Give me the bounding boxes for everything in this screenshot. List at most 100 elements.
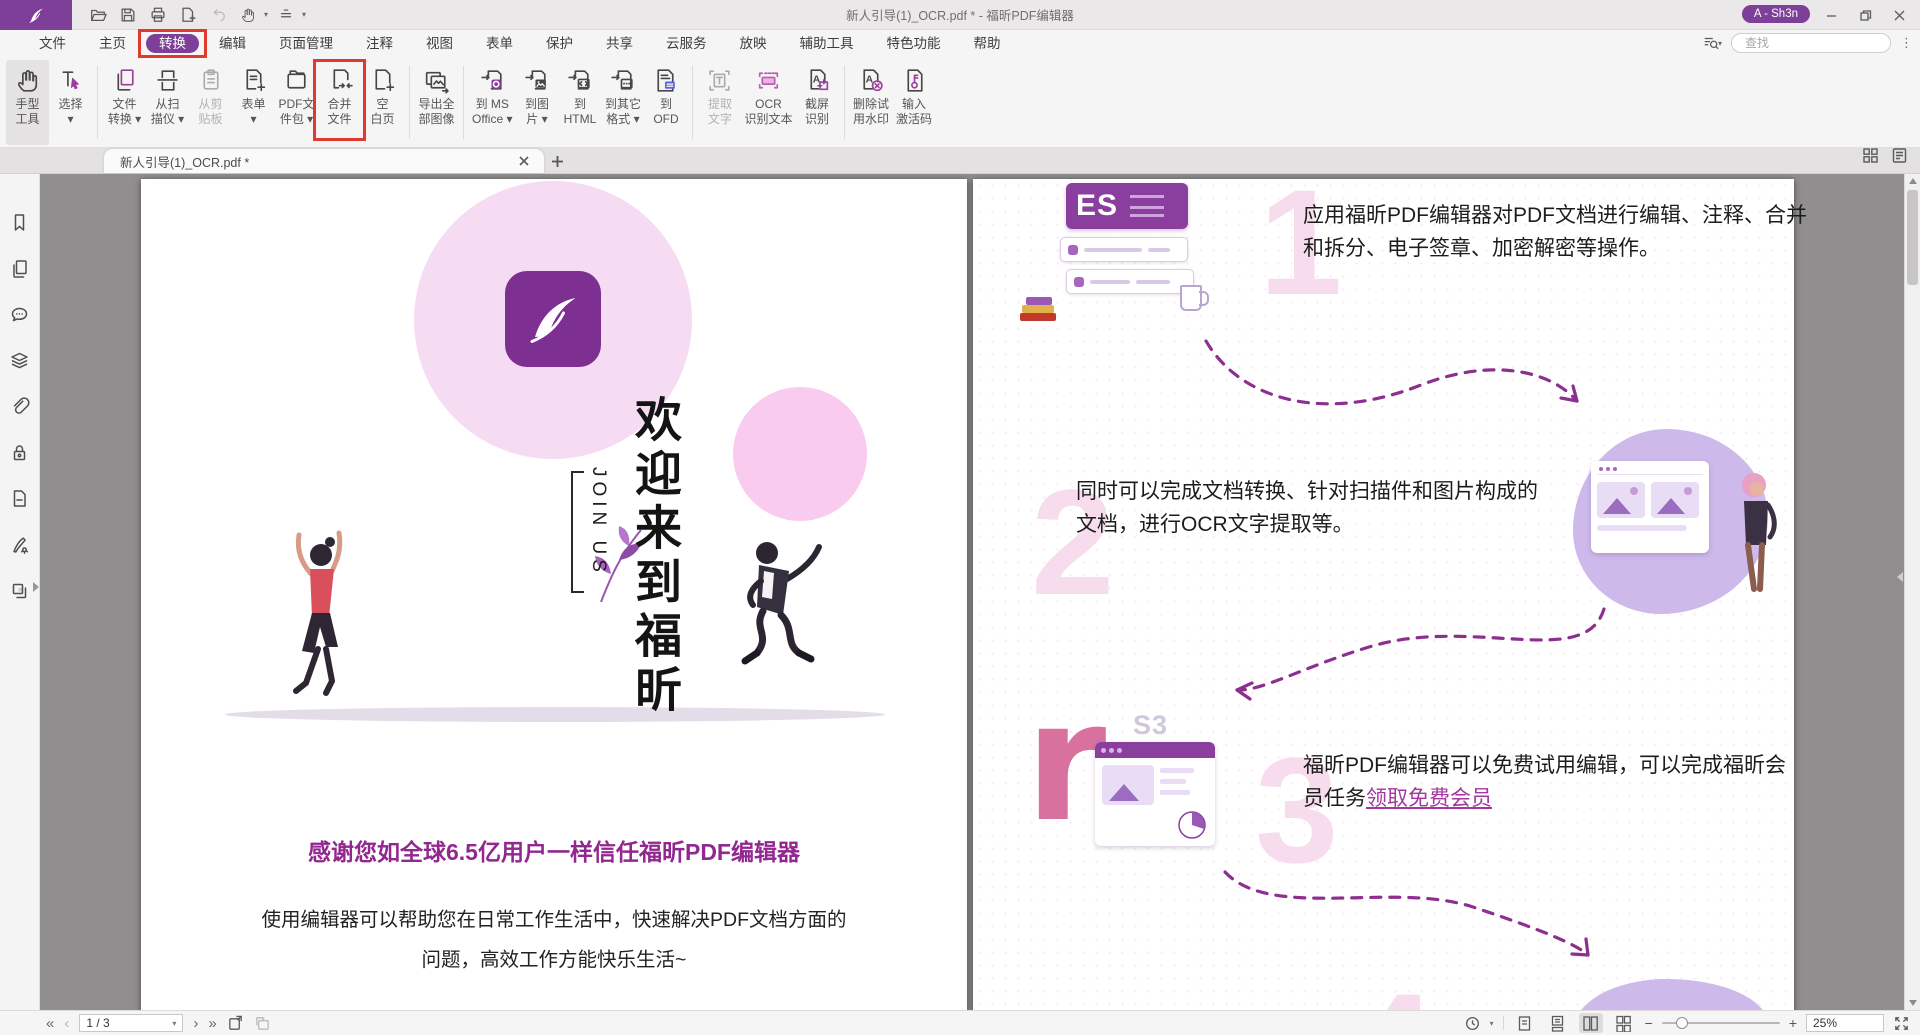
- menu-tab-编辑[interactable]: 编辑: [206, 34, 259, 53]
- ribbon-scanner-button[interactable]: 从扫描仪 ▾: [146, 60, 189, 145]
- membership-illustration: r S3: [1033, 714, 1233, 884]
- sidebar-signature-button[interactable]: [7, 532, 33, 556]
- app-logo[interactable]: [0, 0, 72, 30]
- sidebar-bookmark-button[interactable]: [7, 210, 33, 234]
- s3-label: S3: [1133, 710, 1168, 741]
- free-membership-link[interactable]: 领取免费会员: [1366, 787, 1492, 810]
- new-document-button[interactable]: [176, 3, 200, 27]
- ribbon-file-convert-button[interactable]: 文件转换 ▾: [103, 60, 146, 145]
- more-options-button[interactable]: ⋮: [1900, 38, 1912, 48]
- single-page-view-button[interactable]: [1513, 1013, 1537, 1033]
- ribbon-remove-trial-watermark-button[interactable]: A删除试用水印: [850, 60, 893, 145]
- menu-tab-保护[interactable]: 保护: [533, 34, 586, 53]
- ribbon-button-label: 用水印: [853, 112, 889, 127]
- sidebar-expand-handle[interactable]: [33, 582, 39, 592]
- search-input[interactable]: [1745, 36, 1900, 50]
- menu-tab-文件[interactable]: 文件: [26, 34, 79, 53]
- open-folder-button[interactable]: [86, 3, 110, 27]
- person-illustration-right: [727, 531, 832, 701]
- scroll-down-arrow-icon[interactable]: [1909, 1000, 1917, 1006]
- restore-button[interactable]: [1850, 2, 1880, 28]
- scrollbar-thumb[interactable]: [1907, 190, 1918, 285]
- snapshot-page-button[interactable]: [227, 1015, 244, 1032]
- next-page-button[interactable]: ›: [193, 1016, 198, 1031]
- conversion-illustration: [1553, 419, 1788, 629]
- document-tab[interactable]: 新人引导(1)_OCR.pdf *: [104, 149, 544, 173]
- menu-tab-帮助[interactable]: 帮助: [961, 34, 1014, 53]
- customize-qat-button[interactable]: [274, 3, 298, 27]
- comments-icon: [9, 304, 30, 325]
- ribbon-screen-ocr-button[interactable]: A截屏识别: [796, 60, 839, 145]
- ribbon-form-doc-button[interactable]: 表单▾: [232, 60, 275, 145]
- tab-grid-view-button[interactable]: [1862, 147, 1879, 169]
- zoom-slider-thumb[interactable]: [1676, 1017, 1688, 1029]
- sidebar-snapshot-pages-button[interactable]: [7, 578, 33, 602]
- ribbon-pdf-package-button[interactable]: PDF文件包 ▾: [275, 60, 318, 145]
- zoom-out-button[interactable]: −: [1645, 1015, 1653, 1031]
- new-tab-button[interactable]: [544, 149, 570, 173]
- save-button[interactable]: [116, 3, 140, 27]
- hand-tool-button[interactable]: [236, 3, 260, 27]
- ribbon-to-image-button[interactable]: 到图片 ▾: [515, 60, 558, 145]
- menu-tab-转换[interactable]: 转换: [146, 34, 199, 53]
- menu-tab-特色功能[interactable]: 特色功能: [874, 34, 954, 53]
- document-view-area[interactable]: JOIN US 欢迎来到福昕: [40, 174, 1920, 1010]
- sidebar-page-thumbnails-button[interactable]: [7, 256, 33, 280]
- scroll-up-arrow-icon[interactable]: [1909, 178, 1917, 184]
- tab-single-view-button[interactable]: [1891, 147, 1908, 169]
- menu-tab-云服务[interactable]: 云服务: [653, 34, 720, 53]
- zoom-level-box[interactable]: 25%: [1806, 1014, 1884, 1032]
- ribbon-merge-files-button[interactable]: 合并文件: [318, 60, 361, 145]
- sidebar-security-button[interactable]: [7, 440, 33, 464]
- chevron-down-icon[interactable]: ▾: [1490, 1019, 1494, 1028]
- ribbon-to-ms-office-button[interactable]: 到 MSOffice ▾: [469, 60, 515, 145]
- print-button[interactable]: [146, 3, 170, 27]
- menu-tab-页面管理[interactable]: 页面管理: [266, 34, 346, 53]
- to-ms-office-icon: [478, 66, 507, 95]
- page-indicator-box[interactable]: 1 / 3 ▾: [79, 1014, 183, 1032]
- sidebar-layers-button[interactable]: [7, 348, 33, 372]
- ribbon-export-images-button[interactable]: 导出全部图像: [415, 60, 458, 145]
- sidebar-destinations-button[interactable]: [7, 486, 33, 510]
- vertical-scrollbar[interactable]: [1904, 174, 1920, 1010]
- user-account-badge[interactable]: A - Sh3n: [1742, 5, 1810, 23]
- rotate-history-button[interactable]: [1464, 1015, 1481, 1032]
- es-card: ES: [1066, 183, 1188, 229]
- facing-continuous-view-icon: [1615, 1015, 1632, 1032]
- continuous-view-button[interactable]: [1546, 1013, 1570, 1033]
- close-button[interactable]: [1884, 2, 1914, 28]
- ribbon-ocr-button[interactable]: OCR识别文本: [741, 60, 795, 145]
- sidebar-attachments-button[interactable]: [7, 394, 33, 418]
- minimize-button[interactable]: [1816, 2, 1846, 28]
- menu-tab-共享[interactable]: 共享: [593, 34, 646, 53]
- menu-tab-主页[interactable]: 主页: [86, 34, 139, 53]
- facing-pages-view-button[interactable]: [1579, 1013, 1603, 1033]
- ribbon-hand-tool-button[interactable]: 手型工具: [6, 60, 49, 145]
- ribbon-activation-code-button[interactable]: 输入激活码: [893, 60, 936, 145]
- previous-page-button[interactable]: ‹: [64, 1016, 69, 1031]
- right-panel-expand-handle[interactable]: [1897, 572, 1903, 582]
- paste-into-page-button[interactable]: [254, 1015, 271, 1032]
- menu-tab-放映[interactable]: 放映: [727, 34, 780, 53]
- menu-tab-辅助工具[interactable]: 辅助工具: [787, 34, 867, 53]
- facing-continuous-view-button[interactable]: [1612, 1013, 1636, 1033]
- ribbon-to-other-format-button[interactable]: 到其它格式 ▾: [601, 60, 644, 145]
- zoom-in-button[interactable]: +: [1789, 1015, 1797, 1031]
- ribbon-select-tool-button[interactable]: 选择▾: [49, 60, 92, 145]
- ribbon-to-ofd-button[interactable]: 到OFD: [644, 60, 687, 145]
- menu-tab-注释[interactable]: 注释: [353, 34, 406, 53]
- zoom-slider[interactable]: [1662, 1016, 1780, 1030]
- layers-icon: [9, 350, 30, 371]
- fullscreen-button[interactable]: [1893, 1015, 1910, 1032]
- advanced-search-button[interactable]: ▾: [1702, 34, 1722, 52]
- search-box[interactable]: [1731, 33, 1891, 53]
- ribbon-to-html-button[interactable]: 到HTML: [558, 60, 601, 145]
- ribbon-blank-page-button[interactable]: 空白页: [361, 60, 404, 145]
- menu-tab-视图[interactable]: 视图: [413, 34, 466, 53]
- tab-close-button[interactable]: [516, 153, 532, 169]
- snapshot-pages-icon: [9, 580, 30, 601]
- sidebar-comments-button[interactable]: [7, 302, 33, 326]
- first-page-button[interactable]: «: [46, 1016, 54, 1031]
- menu-tab-表单[interactable]: 表单: [473, 34, 526, 53]
- last-page-button[interactable]: »: [208, 1016, 216, 1031]
